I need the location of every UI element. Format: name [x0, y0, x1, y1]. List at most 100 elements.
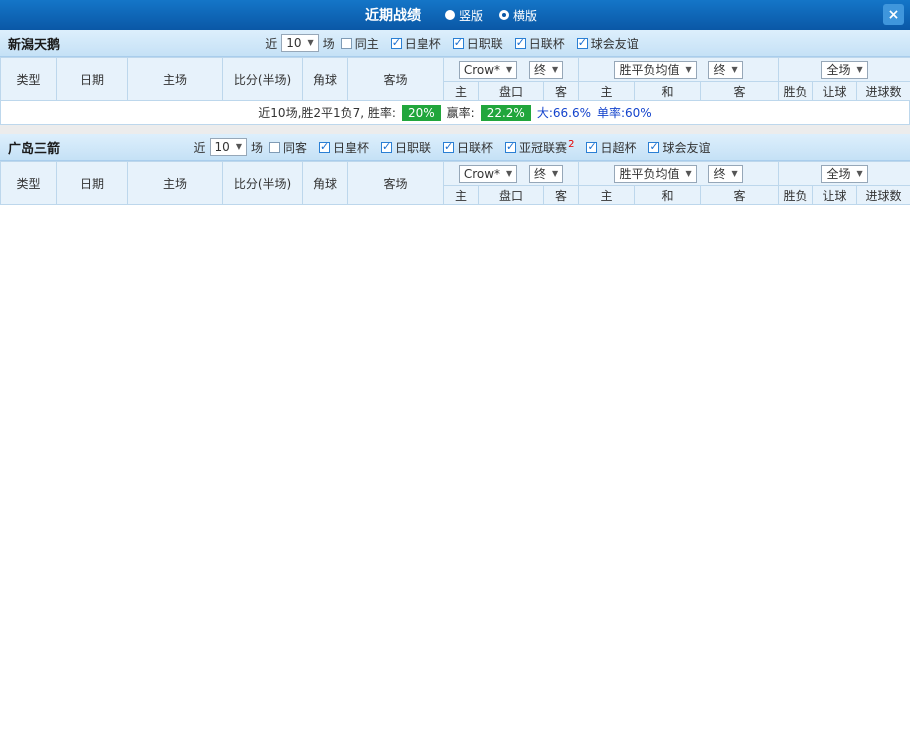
popup-titlebar: 近期战绩 竖版 横版 ×	[0, 0, 910, 30]
checkbox-unchecked-icon[interactable]	[340, 37, 352, 49]
col-away: 客场	[347, 57, 444, 101]
avg-odds-select[interactable]: 胜平负均值 ▼	[614, 164, 697, 183]
filter-checkbox[interactable]: 同客	[268, 139, 307, 156]
handicap-win-rate-badge: 22.2%	[480, 104, 531, 121]
layout-option-vertical[interactable]: 竖版	[444, 7, 483, 24]
checkbox-checked-icon[interactable]	[443, 140, 455, 153]
filter-checkbox[interactable]: 日皇杯	[390, 35, 441, 52]
matches-table-team2: 类型 日期 主场 比分(半场) 角球 客场 Crow* ▼ 终 ▼ 胜平负均值 ▼ 终…	[0, 161, 910, 205]
filter-checkbox[interactable]: 日职联	[381, 139, 431, 156]
handicap-odds-group: Crow* ▼ 终 ▼	[442, 57, 580, 82]
filter-checkbox-label: 球会友谊	[662, 140, 711, 155]
col-outcome: 胜负	[778, 185, 814, 205]
filter-checkbox-label: 日职联	[466, 36, 503, 51]
filter-checkbox[interactable]: 同主	[340, 35, 379, 52]
result-group: 全场 ▼	[778, 57, 910, 82]
match-count-select[interactable]: 10 ▼	[281, 34, 319, 52]
bookmaker-value: Crow*	[463, 166, 501, 181]
checkbox-checked-icon[interactable]	[390, 36, 402, 49]
avg-stage-select[interactable]: 终 ▼	[708, 164, 743, 183]
col-odds-home: 主	[443, 185, 479, 205]
near-label: 近	[193, 140, 206, 155]
unit-label: 场	[322, 36, 335, 51]
filter-bar: 近 10▼ 场 同客日皇杯日职联日联杯亚冠联赛2日超杯球会友谊	[194, 138, 717, 156]
section-header-team2: 广岛三箭 近 10▼ 场 同客日皇杯日职联日联杯亚冠联赛2日超杯球会友谊	[0, 134, 910, 161]
col-corner: 角球	[302, 161, 348, 205]
checkbox-checked-icon[interactable]	[381, 140, 393, 153]
col-away: 客场	[347, 161, 444, 205]
checkbox-checked-icon[interactable]	[505, 140, 517, 153]
scope-select[interactable]: 全场 ▼	[821, 60, 868, 79]
col-avg-home: 主	[578, 81, 636, 101]
odds-stage-select[interactable]: 终 ▼	[529, 164, 564, 183]
filter-checkbox[interactable]: 日联杯	[514, 35, 565, 52]
filter-checkbox-label: 同客	[282, 140, 307, 155]
checkbox-checked-icon[interactable]	[648, 140, 660, 153]
col-goals-result: 进球数	[856, 81, 910, 101]
filter-checkbox-label: 日皇杯	[333, 140, 370, 155]
odd-rate-text: 单率:60%	[596, 106, 652, 120]
filter-checkbox[interactable]: 日职联	[452, 35, 503, 52]
filter-checkbox[interactable]: 球会友谊	[576, 35, 639, 52]
match-count-select[interactable]: 10 ▼	[209, 138, 247, 156]
radio-selected-icon[interactable]	[499, 10, 509, 20]
odds-stage-select[interactable]: 终 ▼	[529, 60, 564, 79]
checkbox-checked-icon[interactable]	[319, 140, 330, 153]
filter-bar: 近 10 ▼ 场 同主 日皇杯 日职联 日联杯 球会友谊	[265, 34, 645, 52]
win-rate-badge: 20%	[401, 104, 441, 121]
filter-checkbox-label: 日联杯	[457, 140, 494, 155]
avg-odds-value: 胜平负均值	[619, 166, 680, 181]
col-odds-away: 客	[542, 185, 580, 205]
chevron-down-icon: ▼	[552, 168, 559, 178]
competition-filter-list: 同客 日皇杯 日职联 日联杯亚冠联赛2 日超杯 球会友谊	[263, 139, 716, 156]
avg-odds-select[interactable]: 胜平负均值 ▼	[614, 60, 697, 79]
scope-value: 全场	[826, 62, 851, 77]
checkbox-checked-icon[interactable]	[514, 36, 526, 49]
checkbox-checked-icon[interactable]	[576, 36, 588, 49]
radio-label-vertical: 竖版	[458, 8, 483, 23]
bookmaker-value: Crow*	[463, 62, 501, 77]
close-icon[interactable]: ×	[883, 4, 904, 25]
avg-odds-value: 胜平负均值	[619, 62, 680, 77]
filter-checkbox[interactable]: 球会友谊	[648, 139, 710, 156]
filter-checkbox-label: 日职联	[395, 140, 432, 155]
col-odds-home: 主	[443, 81, 479, 101]
col-handicap-result: 让球	[812, 185, 858, 205]
scope-select[interactable]: 全场 ▼	[821, 164, 868, 183]
chevron-down-icon: ▼	[731, 168, 738, 178]
chevron-down-icon: ▼	[856, 168, 863, 178]
avg-stage-select[interactable]: 终 ▼	[708, 60, 743, 79]
stats-summary: 近10场,胜2平1负7, 胜率: 20% 赢率: 22.2% 大:66.6% 单…	[0, 101, 910, 125]
competition-filter-list: 同主 日皇杯 日职联 日联杯 球会友谊	[335, 35, 645, 52]
match-count-value: 10	[286, 36, 302, 50]
col-handicap: 盘口	[478, 185, 544, 205]
col-avg-home: 主	[578, 185, 636, 205]
bookmaker-select[interactable]: Crow* ▼	[458, 60, 518, 79]
handicap-odds-group: Crow* ▼ 终 ▼	[442, 161, 580, 186]
chevron-down-icon: ▼	[685, 64, 692, 74]
filter-checkbox[interactable]: 日联杯	[443, 139, 493, 156]
col-outcome: 胜负	[778, 81, 814, 101]
filter-checkbox-label: 球会友谊	[590, 36, 639, 51]
filter-checkbox-label: 亚冠联赛	[519, 140, 568, 155]
col-avg-away: 客	[700, 185, 780, 205]
checkbox-checked-icon[interactable]	[586, 140, 598, 153]
checkbox-checked-icon[interactable]	[452, 36, 464, 49]
filter-checkbox[interactable]: 亚冠联赛2	[505, 139, 574, 156]
checkbox-unchecked-icon[interactable]	[268, 141, 280, 153]
chevron-down-icon: ▼	[506, 168, 513, 178]
filter-checkbox-label: 日联杯	[528, 36, 565, 51]
radio-unselected-icon[interactable]	[444, 10, 455, 20]
bookmaker-select[interactable]: Crow* ▼	[458, 164, 518, 183]
chevron-down-icon: ▼	[685, 168, 692, 178]
radio-label-horizontal: 横版	[513, 8, 538, 23]
match-count-value: 10	[214, 140, 230, 154]
layout-option-horizontal[interactable]: 横版	[499, 7, 537, 24]
filter-checkbox[interactable]: 日超杯	[586, 139, 636, 156]
avg-stage-value: 终	[713, 166, 726, 181]
filter-checkbox-label: 日皇杯	[404, 36, 441, 51]
chevron-down-icon: ▼	[307, 38, 314, 47]
col-handicap: 盘口	[478, 81, 544, 101]
filter-checkbox[interactable]: 日皇杯	[319, 139, 369, 156]
chevron-down-icon: ▼	[856, 64, 863, 74]
